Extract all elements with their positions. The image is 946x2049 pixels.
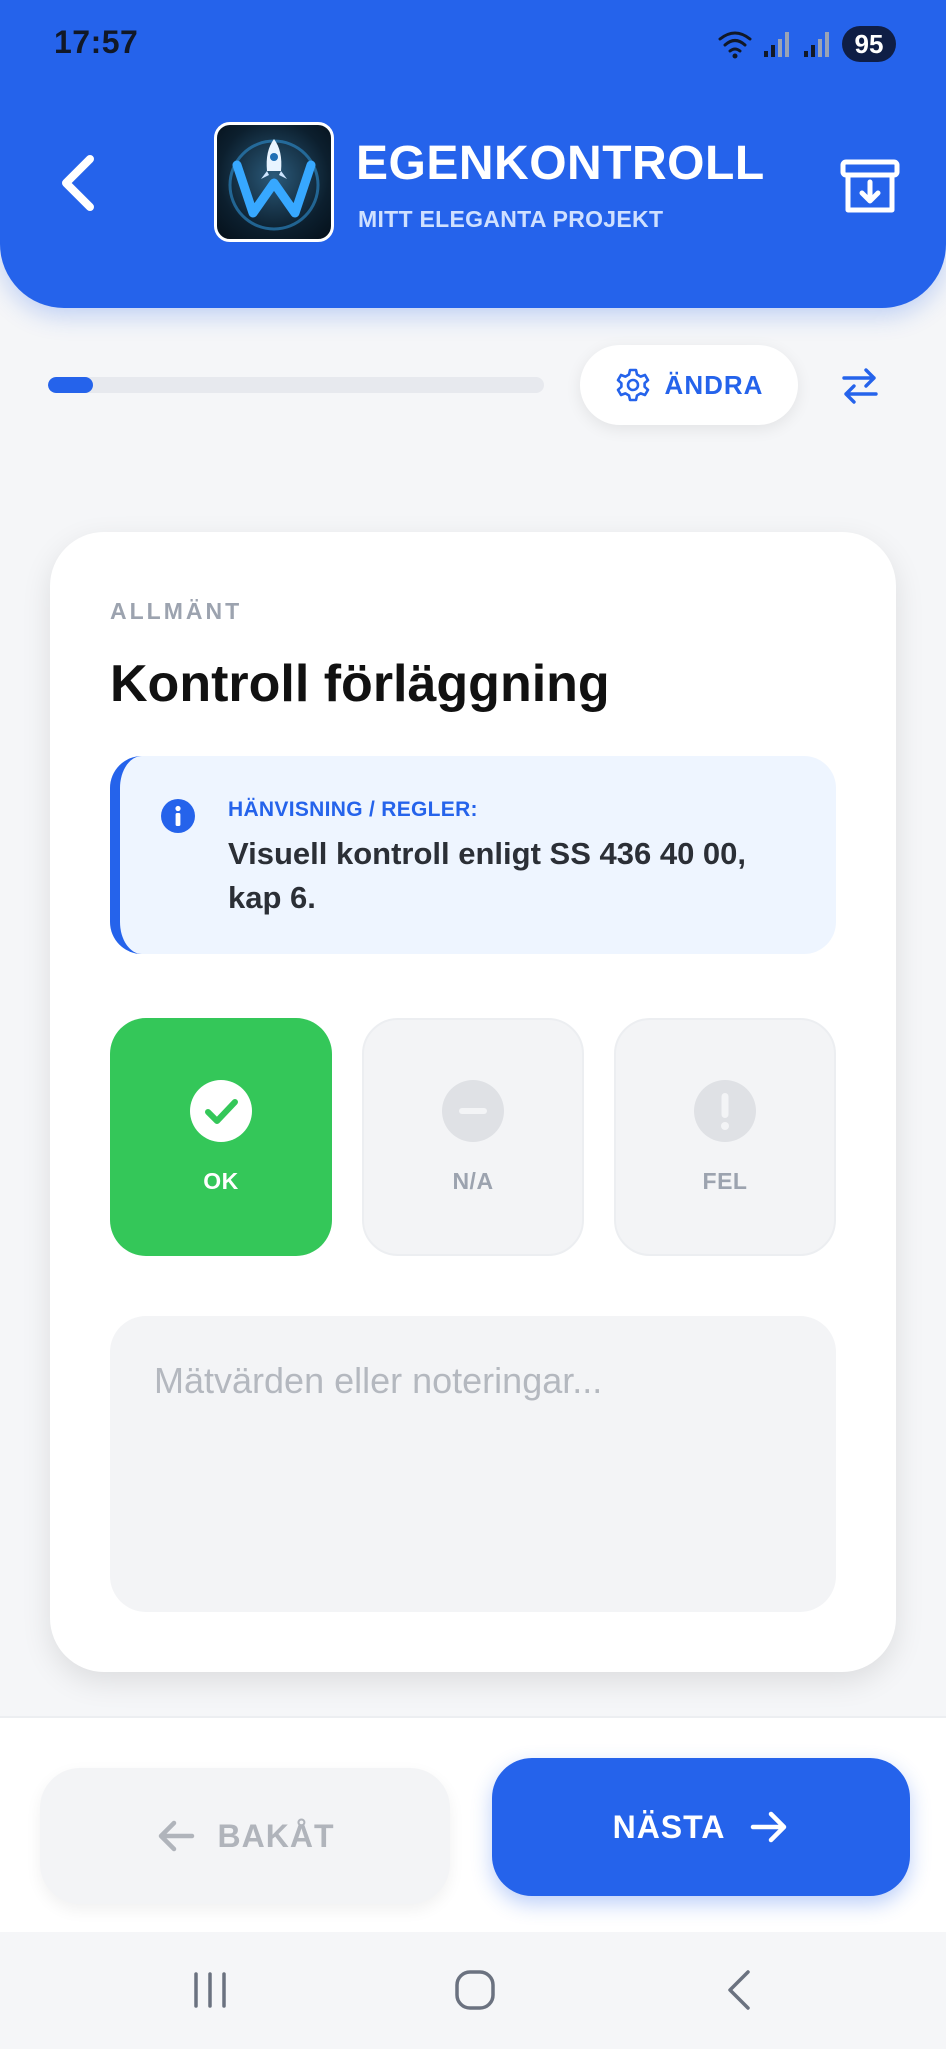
reference-text: Visuell kontroll enligt SS 436 40 00, ka… (228, 836, 747, 915)
status-ok-button[interactable]: OK (110, 1018, 332, 1256)
signal-icon (804, 32, 829, 57)
next-button[interactable]: NÄSTA (492, 1758, 910, 1896)
battery-level: 95 (854, 28, 884, 59)
checklist-card: ALLMÄNT Kontroll förläggning HÄNVISNING … (50, 532, 896, 1672)
home-icon (455, 1970, 495, 2010)
notes-input[interactable] (110, 1316, 836, 1612)
status-options: OK N/A FEL (110, 1018, 836, 1256)
arrow-right-icon (751, 1811, 787, 1843)
change-button-label: ÄNDRA (664, 369, 764, 400)
recent-apps-button[interactable] (175, 1960, 245, 2020)
progress-fill (48, 377, 93, 393)
status-na-button[interactable]: N/A (362, 1018, 584, 1256)
previous-button[interactable]: BAKÅT (40, 1768, 450, 1904)
minus-circle-icon (442, 1079, 504, 1142)
previous-button-label: BAKÅT (217, 1817, 335, 1854)
chevron-left-icon (62, 155, 94, 211)
swap-button[interactable] (832, 358, 888, 414)
project-name: MITT ELEGANTA PROJEKT (358, 206, 664, 232)
battery-icon: 95 (842, 26, 896, 62)
reference-info-box: HÄNVISNING / REGLER: Visuell kontroll en… (110, 756, 836, 954)
reference-heading: HÄNVISNING / REGLER: (228, 798, 478, 821)
checkpoint-title: Kontroll förläggning (110, 655, 610, 713)
swap-arrows-icon (842, 368, 878, 404)
category-label: ALLMÄNT (110, 598, 243, 624)
status-fel-label: FEL (702, 1167, 748, 1194)
system-back-button[interactable] (705, 1960, 775, 2020)
logo-icon (228, 139, 320, 231)
status-time: 17:57 (54, 24, 139, 60)
status-ok-label: OK (203, 1167, 239, 1194)
status-na-label: N/A (452, 1167, 494, 1194)
archive-download-icon (840, 159, 900, 213)
status-bar: 17:57 95 (0, 0, 946, 90)
app-logo (214, 122, 334, 242)
status-icons: 95 (718, 24, 896, 64)
arrow-left-icon (158, 1820, 194, 1852)
change-button[interactable]: ÄNDRA (580, 345, 798, 425)
signal-icon (764, 32, 789, 57)
progress-bar (48, 377, 544, 393)
wifi-icon (718, 31, 752, 59)
status-fel-button[interactable]: FEL (614, 1018, 836, 1256)
archive-button[interactable] (834, 150, 906, 222)
home-button[interactable] (440, 1960, 510, 2020)
gear-icon (616, 368, 649, 402)
system-back-icon (728, 1970, 750, 2010)
bottom-action-bar: BAKÅT NÄSTA (0, 1716, 946, 1932)
app-header: 17:57 95 EGENKONTROLL MITT ELEGANTA PROJ… (0, 0, 946, 308)
info-icon (161, 799, 195, 833)
check-circle-icon (190, 1079, 252, 1142)
recent-apps-icon (194, 1972, 226, 2008)
back-button[interactable] (48, 145, 108, 221)
system-navigation-bar (0, 1932, 946, 2049)
exclamation-circle-icon (694, 1079, 756, 1142)
page-title: EGENKONTROLL (356, 137, 765, 190)
next-button-label: NÄSTA (612, 1808, 726, 1845)
